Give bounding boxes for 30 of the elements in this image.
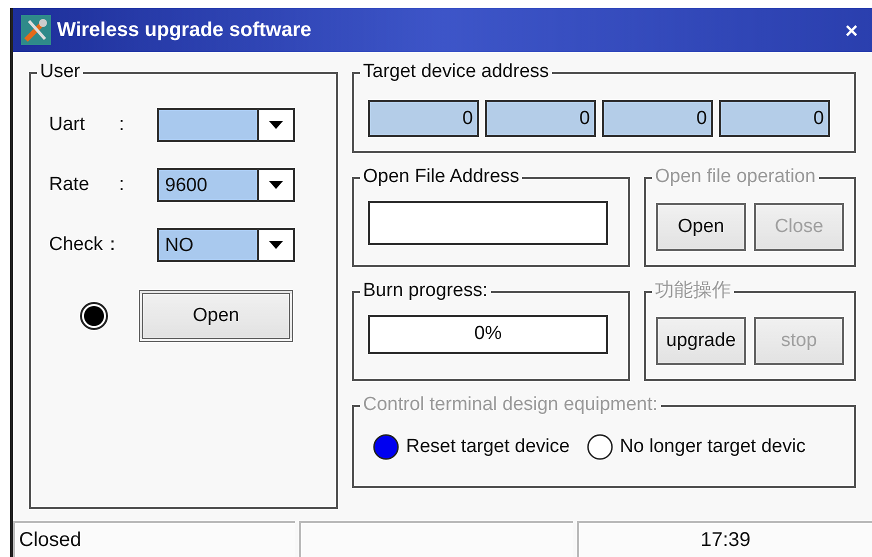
- group-title: Control terminal design equipment:: [360, 394, 661, 416]
- address-field[interactable]: 0: [719, 100, 830, 137]
- status-text: Closed: [13, 521, 295, 557]
- dropdown[interactable]: [157, 108, 295, 142]
- field-label: Uart: [49, 112, 86, 137]
- file-path-field[interactable]: [368, 201, 608, 245]
- dropdown[interactable]: 9600: [157, 168, 295, 202]
- dropdown-arrow-icon: [269, 121, 283, 129]
- group-title: Open file operation: [652, 166, 819, 188]
- address-field[interactable]: 0: [602, 100, 713, 137]
- status-time: 17:39: [577, 521, 872, 557]
- progress-reading: 0%: [474, 322, 502, 346]
- field-label: Rate: [49, 172, 90, 197]
- window-title: Wireless upgrade software: [57, 18, 312, 43]
- address-field[interactable]: 0: [368, 100, 479, 137]
- field-separator: :: [119, 172, 126, 197]
- status-led-icon: [79, 301, 109, 331]
- field-label: Check：: [49, 232, 119, 257]
- field-separator: :: [119, 112, 126, 137]
- open-button[interactable]: Open: [139, 290, 293, 342]
- dropdown[interactable]: NO: [157, 228, 295, 262]
- dropdown-arrow-icon: [269, 181, 283, 189]
- group-title: Target device address: [360, 61, 552, 83]
- address-field[interactable]: 0: [485, 100, 596, 137]
- group-title: Burn progress:: [360, 280, 491, 302]
- group-title: Open File Address: [360, 166, 522, 188]
- close-button[interactable]: ×: [841, 14, 862, 46]
- group-title: 功能操作: [652, 280, 734, 302]
- dropdown-arrow-icon: [269, 241, 283, 249]
- tools-icon: [21, 15, 51, 45]
